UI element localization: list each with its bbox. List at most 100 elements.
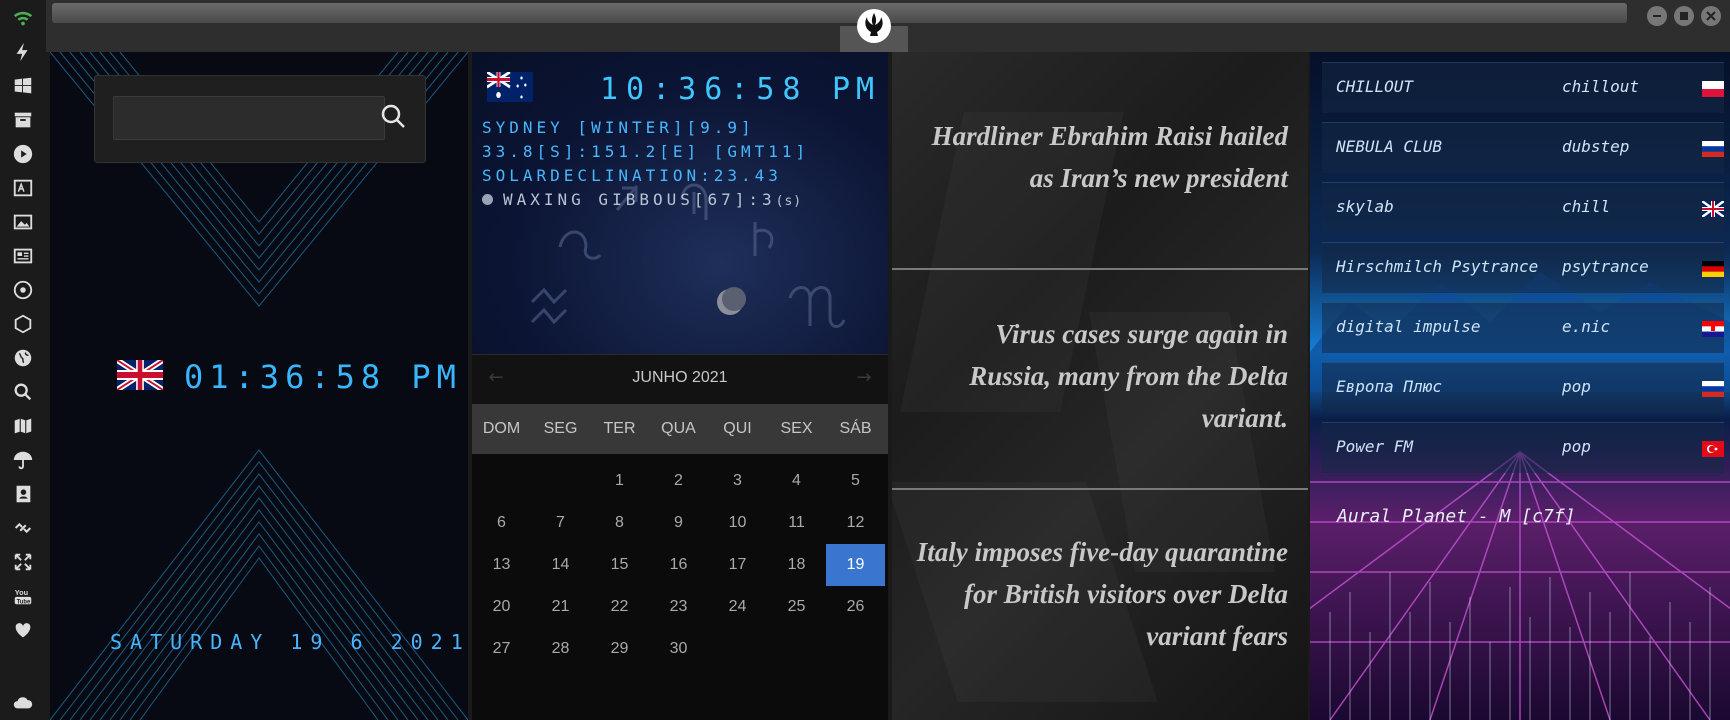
calendar-day[interactable]: 4 xyxy=(767,460,826,502)
calendar-day[interactable]: 25 xyxy=(767,586,826,628)
calendar-day[interactable]: 5 xyxy=(826,460,885,502)
radio-station-row[interactable]: NEBULA CLUB dubstep xyxy=(1322,122,1724,173)
calendar-day[interactable]: 14 xyxy=(531,544,590,586)
station-name: Power FM xyxy=(1336,437,1414,456)
svg-text:Tube: Tube xyxy=(17,599,31,605)
calendar-day[interactable]: 15 xyxy=(590,544,649,586)
radio-station-row[interactable]: digital impulse e.nic xyxy=(1322,302,1724,353)
calendar-day[interactable]: 9 xyxy=(649,502,708,544)
au-clock-ampm: PM xyxy=(832,72,881,107)
calendar-day[interactable]: 23 xyxy=(649,586,708,628)
weekday-label: SÁB xyxy=(839,420,872,437)
now-playing: Aural Planet - M [c7f] xyxy=(1337,506,1576,527)
heart-icon[interactable] xyxy=(9,616,37,644)
russia-flag-icon xyxy=(1702,141,1724,157)
magnifier-icon xyxy=(381,104,405,128)
calendar-day[interactable]: 13 xyxy=(472,544,531,586)
map-icon[interactable] xyxy=(9,412,37,440)
address-bar[interactable] xyxy=(52,3,1627,23)
news-divider xyxy=(892,268,1308,270)
translate-icon[interactable] xyxy=(9,174,37,202)
radio-station-row[interactable]: Power FM pop xyxy=(1322,422,1724,473)
news-headline-3[interactable]: Italy imposes five-day quarantine for Br… xyxy=(908,531,1288,657)
calendar-day[interactable]: 26 xyxy=(826,586,885,628)
calendar-day[interactable]: 8 xyxy=(590,502,649,544)
news-headline-1[interactable]: Hardliner Ebrahim Raisi hailed as Iran’s… xyxy=(908,115,1288,199)
maximize-button[interactable] xyxy=(1674,6,1694,26)
calendar-day[interactable]: 18 xyxy=(767,544,826,586)
radio-station-row[interactable]: skylab chill xyxy=(1322,182,1724,233)
calendar-day[interactable]: 16 xyxy=(649,544,708,586)
globe-icon[interactable] xyxy=(9,344,37,372)
calendar-day[interactable]: 28 xyxy=(531,628,590,670)
calendar-day[interactable]: 6 xyxy=(472,502,531,544)
youtube-icon[interactable]: You Tube xyxy=(9,582,37,610)
radio-station-row[interactable]: CHILLOUT chillout xyxy=(1322,62,1724,113)
fullscreen-icon[interactable] xyxy=(9,548,37,576)
image-icon[interactable] xyxy=(9,208,37,236)
calendar-day[interactable]: 7 xyxy=(531,502,590,544)
wifi-icon[interactable] xyxy=(9,4,37,32)
svg-text:You: You xyxy=(15,588,28,597)
station-name: digital impulse xyxy=(1336,317,1481,336)
minimize-icon xyxy=(1653,15,1661,17)
au-location: SYDNEY [WINTER][9.9] xyxy=(482,118,755,137)
search-button[interactable] xyxy=(375,98,411,134)
calendar-weekdays: DOM SEG TER QUA QUI SEX SÁB xyxy=(472,404,888,454)
radio-panel: CHILLOUT chillout NEBULA CLUB dubstep skylab… xyxy=(1310,52,1730,720)
calendar-header: ← JUNHO 2021 → xyxy=(472,354,888,405)
calendar-day-today[interactable]: 19 xyxy=(826,544,885,586)
umbrella-icon[interactable] xyxy=(9,446,37,474)
germany-flag-icon xyxy=(1702,261,1724,277)
russia-flag-icon xyxy=(1702,381,1724,397)
croatia-flag-icon xyxy=(1702,321,1724,337)
station-name: CHILLOUT xyxy=(1336,77,1414,96)
moon-phase-suffix: (s) xyxy=(775,194,803,209)
cloud-icon[interactable] xyxy=(9,688,37,716)
station-genre: e.nic xyxy=(1562,317,1611,336)
minimize-button[interactable] xyxy=(1647,6,1667,26)
news-headline-2[interactable]: Virus cases surge again in Russia, many … xyxy=(908,313,1288,439)
lightning-icon[interactable] xyxy=(9,38,37,66)
link-icon[interactable] xyxy=(9,514,37,542)
calendar-day[interactable]: 21 xyxy=(531,586,590,628)
contacts-icon[interactable] xyxy=(9,480,37,508)
calendar-day[interactable]: 1 xyxy=(590,460,649,502)
calendar-day[interactable]: 12 xyxy=(826,502,885,544)
station-name: Европа Плюс xyxy=(1336,377,1442,396)
moon-icon xyxy=(482,194,493,205)
calendar-day[interactable]: 17 xyxy=(708,544,767,586)
news-icon[interactable] xyxy=(9,242,37,270)
settings-icon[interactable] xyxy=(9,276,37,304)
radio-station-row[interactable]: Hirschmilch Psytrance psytrance xyxy=(1322,242,1724,293)
news-panel: Hardliner Ebrahim Raisi hailed as Iran’s… xyxy=(892,52,1308,720)
weekday-label: SEX xyxy=(780,420,813,437)
calendar-day[interactable]: 11 xyxy=(767,502,826,544)
hexagon-icon[interactable] xyxy=(9,310,37,338)
archive-icon[interactable] xyxy=(9,106,37,134)
search-icon[interactable] xyxy=(9,378,37,406)
close-button[interactable] xyxy=(1701,6,1721,26)
weekday-label: TER xyxy=(603,420,636,437)
calendar-day[interactable]: 30 xyxy=(649,628,708,670)
weekday-label: QUI xyxy=(723,420,752,437)
calendar-day[interactable]: 22 xyxy=(590,586,649,628)
station-genre: chill xyxy=(1562,197,1611,216)
weekday-label: DOM xyxy=(482,420,521,437)
calendar-day[interactable]: 24 xyxy=(708,586,767,628)
weekday-label: QUA xyxy=(661,420,696,437)
radio-station-row[interactable]: Европа Плюс pop xyxy=(1322,362,1724,413)
windows-icon[interactable] xyxy=(9,72,37,100)
play-icon[interactable] xyxy=(9,140,37,168)
calendar-title: JUNHO 2021 xyxy=(632,369,728,386)
calendar-day[interactable]: 2 xyxy=(649,460,708,502)
calendar-day[interactable]: 29 xyxy=(590,628,649,670)
calendar-next-button[interactable]: → xyxy=(852,367,876,391)
calendar-day[interactable]: 10 xyxy=(708,502,767,544)
calendar-day[interactable]: 27 xyxy=(472,628,531,670)
uk-flag-icon xyxy=(1702,201,1724,217)
calendar-day[interactable]: 20 xyxy=(472,586,531,628)
calendar-day[interactable]: 3 xyxy=(708,460,767,502)
au-coordinates: 33.8[S]:151.2[E] [GMT11] xyxy=(482,142,810,161)
search-input[interactable] xyxy=(113,96,385,140)
